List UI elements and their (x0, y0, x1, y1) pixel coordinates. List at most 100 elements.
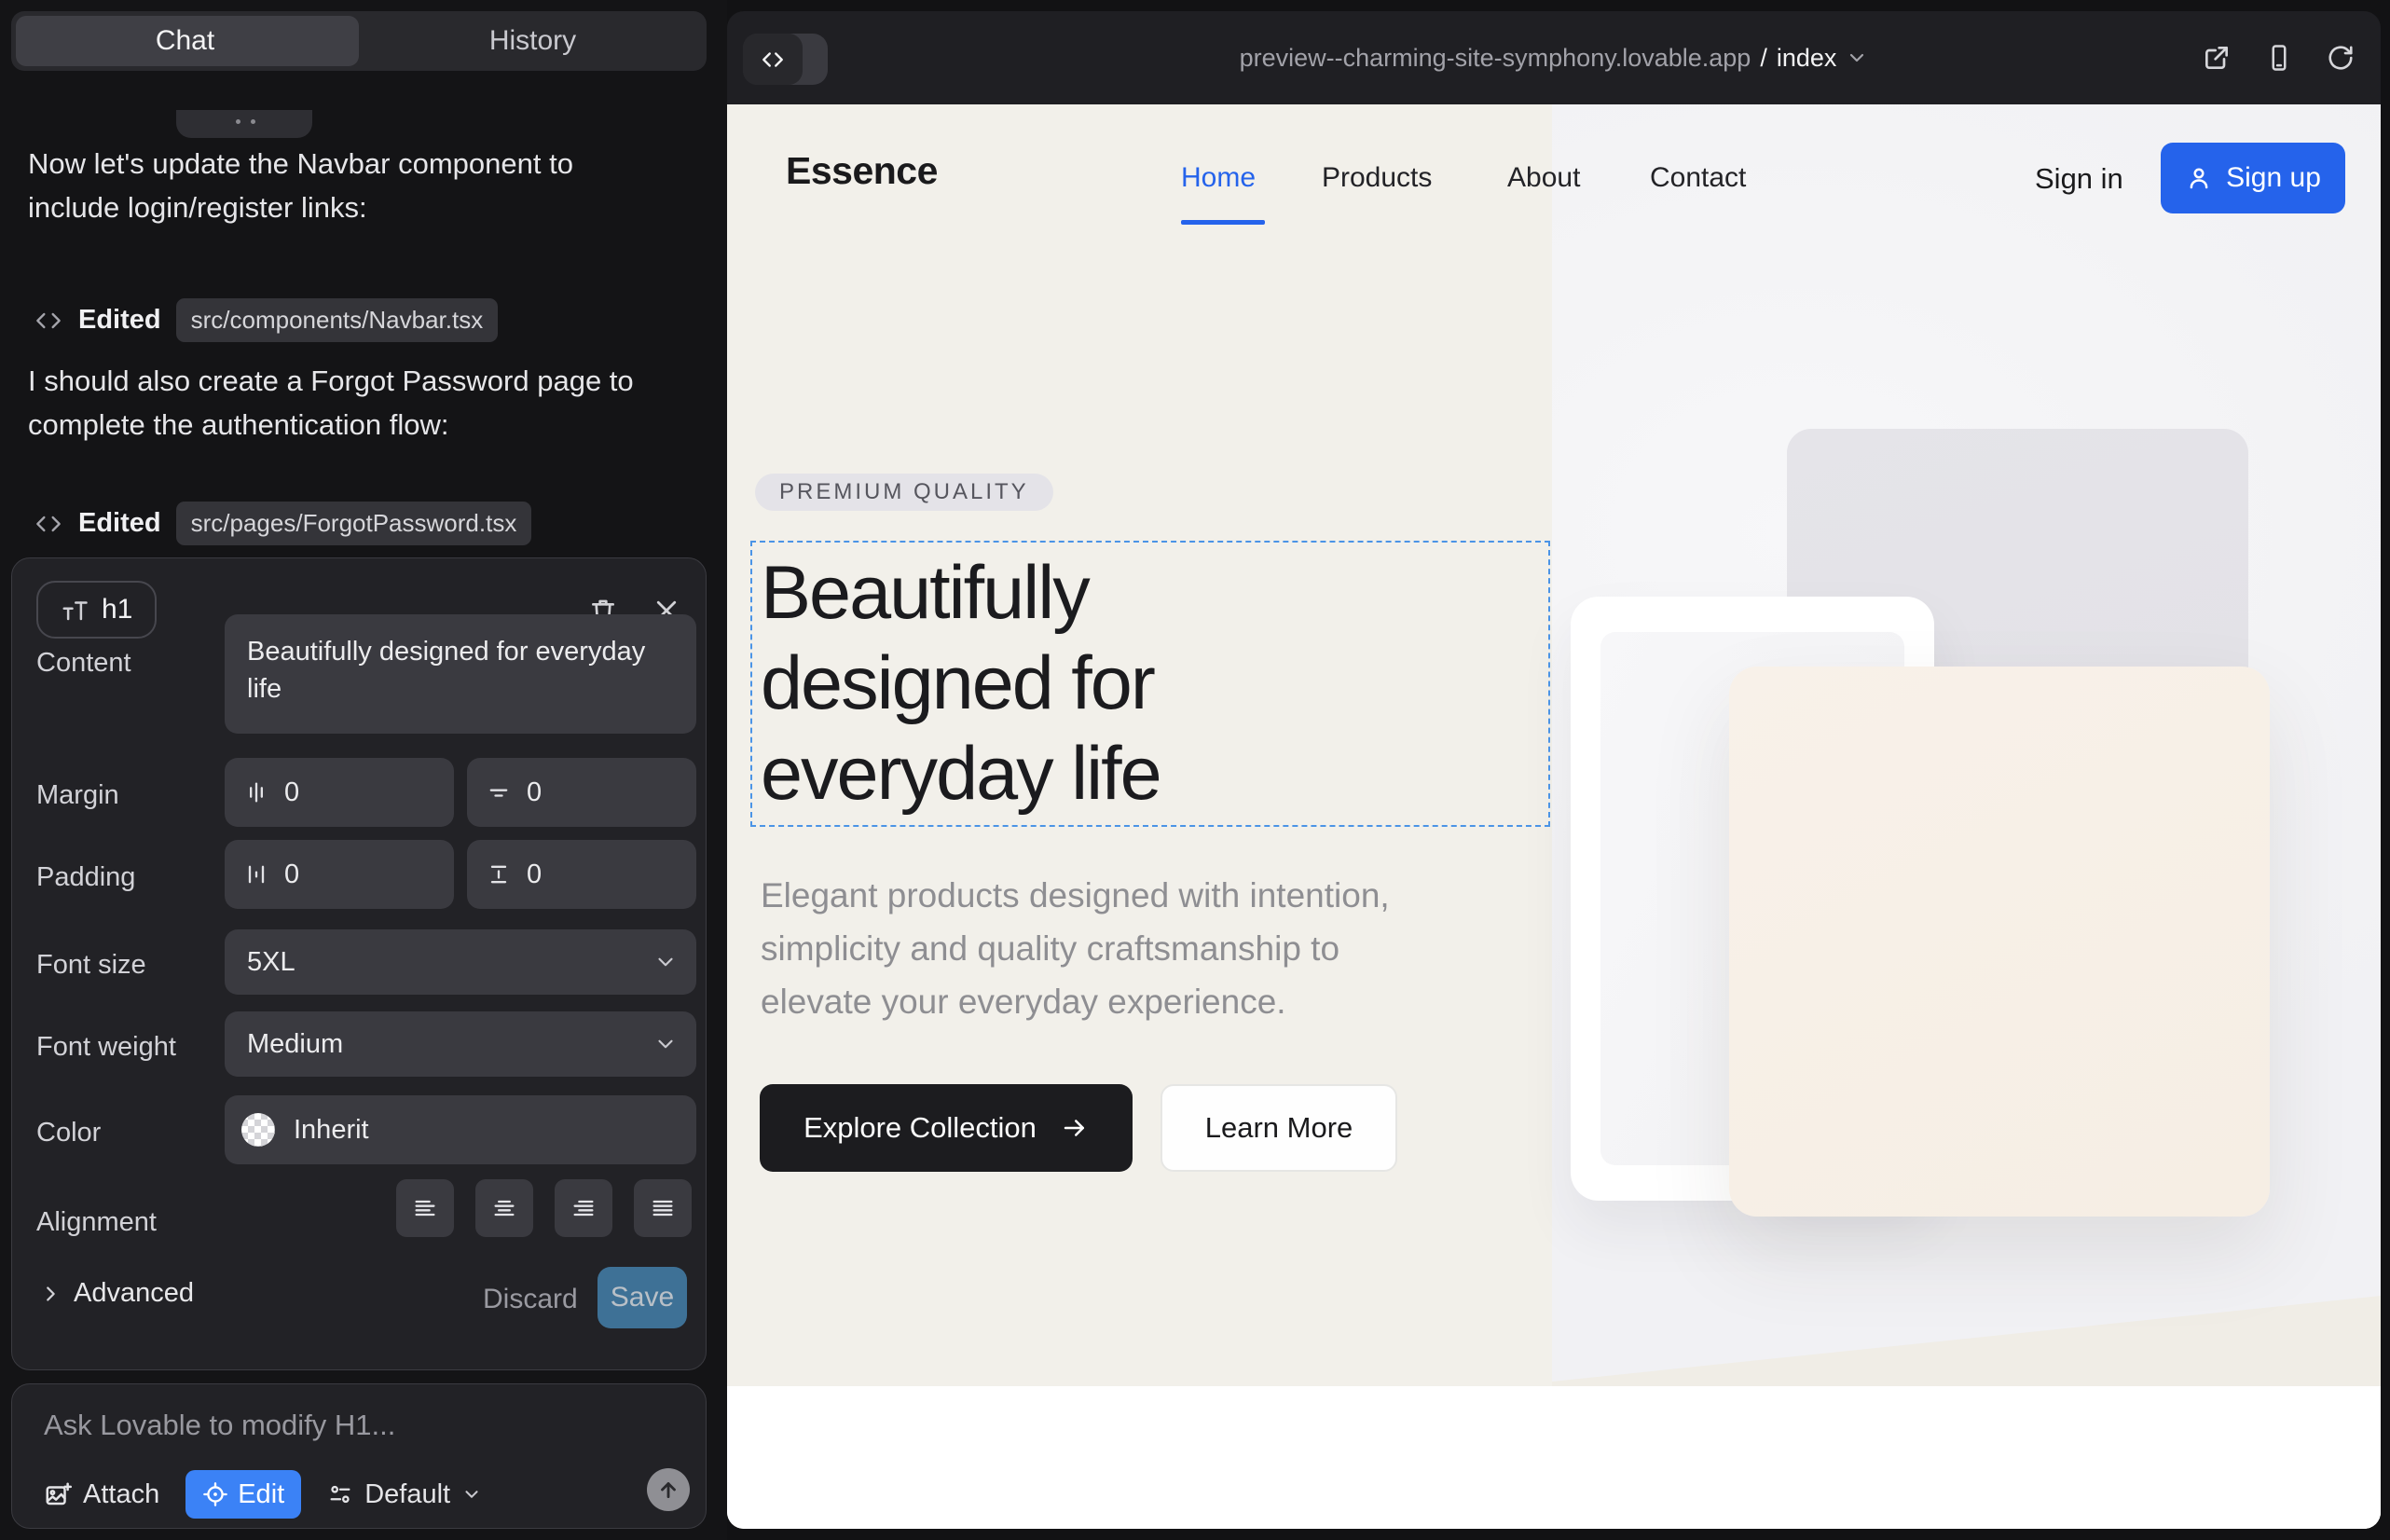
url-domain: preview--charming-site-symphony.lovable.… (1240, 44, 1751, 73)
color-select[interactable]: Inherit (225, 1095, 696, 1164)
margin-vertical-icon (486, 779, 512, 805)
hero-heading-line: everyday life (761, 729, 1161, 819)
sign-in-link[interactable]: Sign in (2035, 162, 2123, 196)
preview-url-bar[interactable]: preview--charming-site-symphony.lovable.… (727, 11, 2381, 104)
preview-toolbar: preview--charming-site-symphony.lovable.… (727, 11, 2381, 104)
edit-mode-button[interactable]: Edit (185, 1470, 301, 1519)
edited-file-row: Edited src/pages/ForgotPassword.tsx (34, 502, 531, 545)
default-label: Default (364, 1479, 450, 1510)
arrow-up-icon (656, 1478, 680, 1502)
user-icon (2185, 164, 2213, 192)
edited-file-row: Edited src/components/Navbar.tsx (34, 298, 498, 342)
selected-element-tag[interactable]: h1 (36, 581, 157, 639)
url-separator: / (1760, 44, 1767, 73)
color-value: Inherit (294, 1115, 369, 1146)
padding-x-input[interactable]: 0 (225, 840, 454, 909)
sliders-icon (327, 1481, 353, 1507)
margin-horizontal-icon (243, 779, 269, 805)
nav-link-contact[interactable]: Contact (1650, 162, 1746, 194)
premium-quality-badge: PREMIUM QUALITY (755, 474, 1053, 511)
align-center-button[interactable] (475, 1179, 533, 1237)
refresh-button[interactable] (2327, 44, 2355, 72)
save-button[interactable]: Save (598, 1267, 687, 1328)
font-size-label: Font size (36, 950, 146, 981)
site-logo[interactable]: Essence (786, 149, 938, 193)
file-badge[interactable]: src/components/Navbar.tsx (176, 298, 499, 342)
sign-up-button[interactable]: Sign up (2161, 143, 2345, 213)
align-center-icon (491, 1195, 517, 1221)
send-button[interactable] (647, 1468, 690, 1511)
dot-icon (236, 119, 240, 124)
composer-input[interactable]: Ask Lovable to modify H1... (44, 1409, 395, 1442)
open-external-button[interactable] (2202, 43, 2232, 73)
content-textarea[interactable]: Beautifully designed for everyday life (225, 614, 696, 734)
font-size-select[interactable]: 5XL (225, 929, 696, 995)
chevron-down-icon (461, 1484, 482, 1505)
hero-heading-line: Beautifully (761, 548, 1161, 639)
hero-paragraph-line: elevate your everyday experience. (761, 975, 1390, 1028)
align-justify-button[interactable] (634, 1179, 692, 1237)
nav-link-home[interactable]: Home (1181, 162, 1256, 194)
align-right-button[interactable] (555, 1179, 612, 1237)
explore-collection-button[interactable]: Explore Collection (760, 1084, 1133, 1172)
content-label: Content (36, 648, 131, 679)
mobile-view-button[interactable] (2265, 43, 2293, 73)
padding-label: Padding (36, 862, 135, 893)
arrow-right-icon (1061, 1114, 1089, 1142)
type-icon (61, 596, 89, 624)
smartphone-icon (2265, 43, 2293, 73)
align-justify-icon (650, 1195, 676, 1221)
align-left-button[interactable] (396, 1179, 454, 1237)
color-label: Color (36, 1118, 101, 1148)
nav-link-about[interactable]: About (1507, 162, 1580, 194)
hero-paragraph-line: simplicity and quality craftsmanship to (761, 922, 1390, 975)
advanced-expander[interactable]: Advanced (40, 1278, 194, 1309)
chat-message: I should also create a Forgot Password p… (28, 359, 651, 447)
chat-composer: Ask Lovable to modify H1... Attach Edit … (11, 1383, 707, 1529)
code-icon (34, 308, 63, 334)
code-icon (34, 511, 63, 537)
chevron-down-icon (653, 950, 678, 974)
color-swatch (241, 1113, 275, 1147)
hero-heading-line: designed for (761, 639, 1161, 729)
edited-label: Edited (78, 508, 161, 539)
margin-x-input[interactable]: 0 (225, 758, 454, 827)
chat-message: Now let's update the Navbar component to… (28, 142, 651, 229)
chat-history-tabbar: Chat History (11, 11, 707, 71)
margin-x-value: 0 (284, 777, 299, 808)
edit-label: Edit (238, 1479, 284, 1510)
chevron-right-icon (40, 1284, 61, 1304)
explore-collection-label: Explore Collection (804, 1111, 1037, 1145)
section-below-hero (727, 1386, 2381, 1529)
scrolled-badge-partial (176, 110, 312, 138)
attach-label: Attach (83, 1479, 159, 1510)
hero-paragraph-line: Elegant products designed with intention… (761, 869, 1390, 922)
padding-vertical-icon (486, 861, 512, 887)
edited-label: Edited (78, 305, 161, 336)
font-weight-select[interactable]: Medium (225, 1011, 696, 1077)
font-weight-label: Font weight (36, 1032, 176, 1063)
sign-up-label: Sign up (2226, 162, 2321, 194)
external-link-icon (2202, 43, 2232, 73)
hero-heading[interactable]: Beautifully designed for everyday life (761, 548, 1161, 819)
nav-active-underline (1181, 220, 1265, 225)
font-size-value: 5XL (247, 947, 295, 978)
learn-more-button[interactable]: Learn More (1161, 1084, 1397, 1172)
attach-button[interactable]: Attach (44, 1479, 159, 1510)
chevron-down-icon (1846, 47, 1868, 69)
padding-y-input[interactable]: 0 (467, 840, 696, 909)
align-left-icon (412, 1195, 438, 1221)
margin-label: Margin (36, 780, 119, 811)
margin-y-input[interactable]: 0 (467, 758, 696, 827)
preview-window: preview--charming-site-symphony.lovable.… (727, 11, 2381, 1529)
tab-history[interactable]: History (359, 11, 707, 71)
default-mode-dropdown[interactable]: Default (327, 1479, 482, 1510)
nav-link-products[interactable]: Products (1322, 162, 1432, 194)
alignment-label: Alignment (36, 1207, 157, 1238)
url-page: index (1777, 44, 1837, 73)
tag-label: h1 (102, 594, 132, 626)
file-badge[interactable]: src/pages/ForgotPassword.tsx (176, 502, 532, 545)
padding-y-value: 0 (527, 859, 542, 890)
discard-button[interactable]: Discard (483, 1284, 578, 1315)
tab-chat[interactable]: Chat (11, 11, 359, 71)
